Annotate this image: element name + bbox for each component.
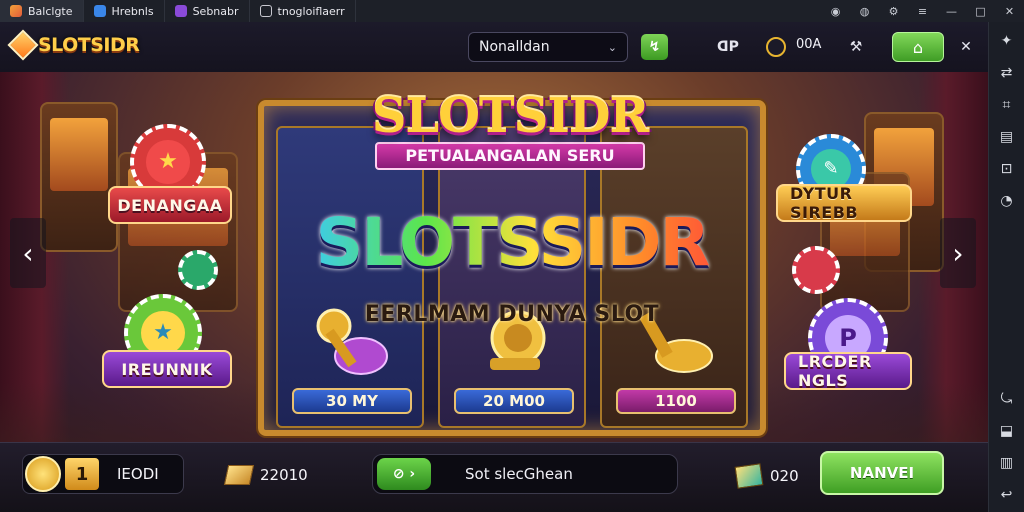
level-panel[interactable]: 1 IEODI (22, 454, 184, 494)
nav-left-button[interactable]: ‹ (10, 218, 46, 288)
ranking-button[interactable]: ᗡP (714, 34, 742, 60)
coin-balance: 00A (796, 37, 822, 52)
sync-icon[interactable]: ⇄ (994, 60, 1020, 86)
chevron-down-icon: ⌄ (607, 40, 617, 54)
library-icon[interactable]: ▥ (994, 450, 1020, 476)
minimize-icon[interactable]: — (937, 0, 966, 22)
reel-1-value: 30 MY (292, 388, 412, 414)
game-canvas: SLOTSIDR Nonalldan ⌄ ↯ ᗡP 00A ⚒ ⌂ ✕ ‹ › (0, 22, 988, 512)
tools-button[interactable]: ⚒ (842, 34, 870, 60)
tab-sebnabr[interactable]: Sebnabr (165, 0, 250, 22)
top-hud: SLOTSIDR Nonalldan ⌄ ↯ ᗡP 00A ⚒ ⌂ ✕ (0, 22, 988, 72)
nav-right-button[interactable]: › (940, 218, 976, 288)
go-button[interactable]: ↯ (641, 34, 668, 60)
level-name: IEODI (117, 465, 159, 483)
message-chip[interactable]: ⊘ › (377, 458, 431, 490)
logo-text: SLOTSIDR (38, 34, 140, 56)
rotate-icon[interactable]: ◔ (994, 188, 1020, 214)
tab-label: tnogloiflaerr (277, 4, 345, 18)
game-icon (10, 5, 22, 17)
install-icon[interactable]: ⬓ (994, 418, 1020, 444)
close-icon: ✕ (960, 39, 972, 55)
main-subtitle: EERLMAM DUNYA SLOT (364, 302, 660, 327)
lightning-icon: ↯ (648, 39, 661, 55)
record-icon[interactable]: ◉ (821, 0, 850, 22)
tab-balclgte[interactable]: Balclgte (0, 0, 84, 22)
tab-label: Balclgte (28, 4, 73, 18)
home-icon: ⌂ (912, 37, 924, 57)
close-icon[interactable]: ✕ (995, 0, 1024, 22)
server-select[interactable]: Nonalldan ⌄ (468, 32, 628, 62)
fullscreen-icon[interactable]: ✦ (994, 28, 1020, 54)
level-number: 1 (65, 458, 99, 490)
gold-bar-icon (223, 465, 255, 485)
coin-balance-icon (762, 34, 790, 60)
reel-3-value: 1100 (616, 388, 736, 414)
window-icon[interactable]: ⊡ (994, 156, 1020, 182)
badge-right-top[interactable]: DYTUR SIREBB (776, 184, 912, 222)
gold-amount: 22010 (260, 466, 308, 484)
back-icon[interactable]: ↩ (994, 482, 1020, 508)
chip-red (792, 246, 840, 294)
badge-right-bottom[interactable]: LRCDER NGLS (784, 352, 912, 390)
settings-icon[interactable]: ⚙ (879, 0, 908, 22)
tab-label: Sebnabr (192, 4, 239, 18)
tab-hrebnls[interactable]: Hrebnls (84, 0, 165, 22)
slot-machine-left (40, 102, 118, 252)
emulator-sidebar: ✦ ⇄ ⌗ ▤ ⊡ ◔ ⤿ ⬓ ▥ ↩ (988, 22, 1024, 512)
action-button[interactable]: NANVEI (820, 451, 944, 495)
shake-icon[interactable]: ⤿ (994, 386, 1020, 412)
message-bar[interactable]: ⊘ › Sot slecGhean (372, 454, 678, 494)
star-icon: ★ (146, 140, 190, 184)
window-controls: ◉ ◍ ⚙ ≡ — □ ✕ (821, 0, 1024, 22)
gem-stat: 020 (734, 463, 799, 489)
app-icon (93, 5, 106, 17)
screenshot-icon[interactable]: ⌗ (994, 92, 1020, 118)
chevron-right-icon: › (952, 236, 964, 270)
tab-tnogloiflaerr[interactable]: tnogloiflaerr (250, 0, 356, 22)
tab-label: Hrebnls (111, 4, 154, 18)
media-icon[interactable]: ▤ (994, 124, 1020, 150)
home-button[interactable]: ⌂ (892, 32, 944, 62)
badge-left-bottom[interactable]: IREUNNIK (102, 350, 232, 388)
game-logo: SLOTSIDR (7, 29, 140, 61)
server-select-value: Nonalldan (479, 39, 550, 55)
avatar-icon (174, 5, 187, 17)
pencil-icon: ✎ (811, 149, 851, 189)
chevron-left-icon: ‹ (22, 236, 34, 270)
coin-icon (25, 456, 61, 492)
main-title: SLOTSSIDR (296, 205, 728, 281)
reel-2-value: 20 M00 (454, 388, 574, 414)
message-text: Sot slecGhean (465, 465, 573, 483)
gem-icon (734, 463, 764, 489)
app-window: Balclgte Hrebnls Sebnabr tnogloiflaerr ◉… (0, 0, 1024, 512)
bottom-hud: 1 IEODI 22010 ⊘ › Sot slecGhean 020 NANV… (0, 442, 988, 512)
banner-ribbon: PETUALANGALAN SERU (375, 142, 645, 170)
title-banner: SLOTSIDR PETUALANGALAN SERU (340, 90, 680, 190)
ranking-icon: ᗡP (717, 39, 739, 55)
diamond-icon (7, 29, 39, 61)
badge-left-top[interactable]: DENANGAA (108, 186, 232, 224)
gems-amount: 020 (770, 467, 799, 485)
chip-green (178, 250, 218, 290)
browser-tab-bar: Balclgte Hrebnls Sebnabr tnogloiflaerr ◉… (0, 0, 1024, 22)
tools-icon: ⚒ (849, 39, 863, 55)
star-icon: ★ (140, 310, 186, 356)
banner-title: SLOTSIDR (371, 88, 650, 144)
account-icon[interactable]: ◍ (850, 0, 879, 22)
link-icon (259, 5, 272, 17)
menu-icon[interactable]: ≡ (908, 0, 937, 22)
gold-stat: 22010 (223, 465, 308, 485)
maximize-icon[interactable]: □ (966, 0, 995, 22)
close-game-button[interactable]: ✕ (952, 34, 980, 60)
